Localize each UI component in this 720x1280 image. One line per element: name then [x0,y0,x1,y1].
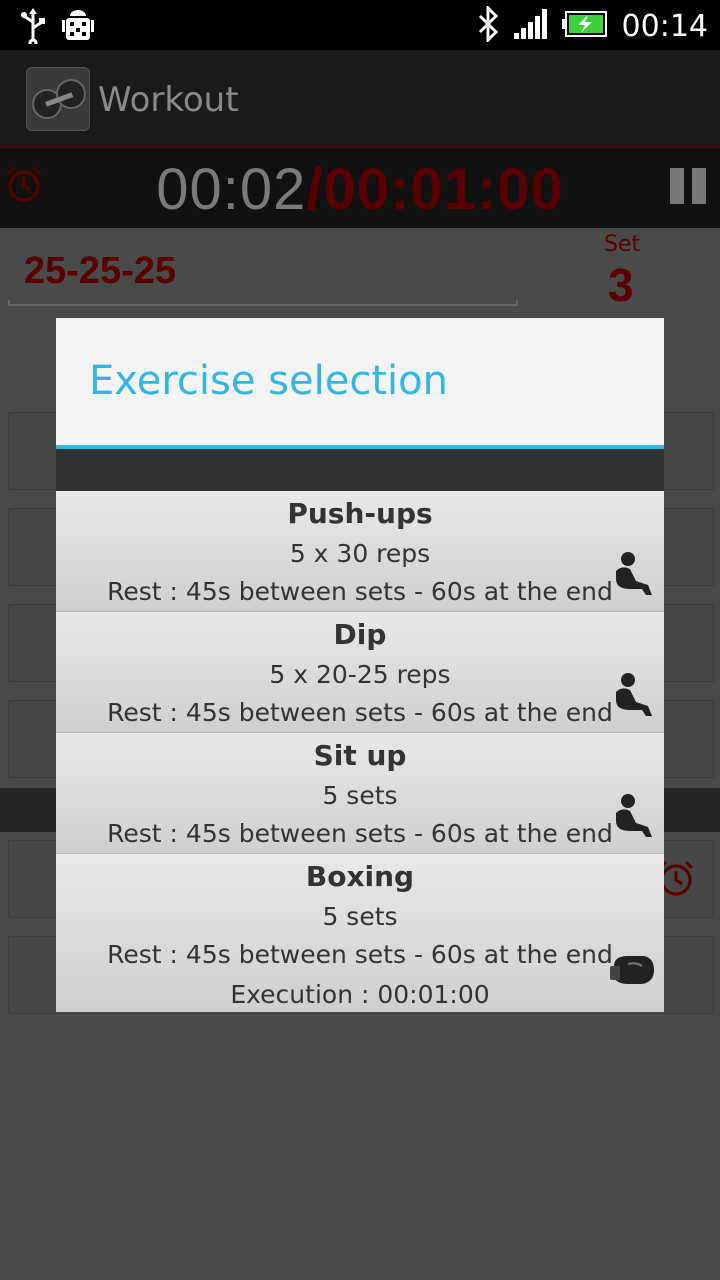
person-exercise-icon [608,551,656,603]
app-logo-icon[interactable] [26,67,90,131]
android-debug-icon [62,8,94,48]
action-bar: Workout [0,50,720,146]
exercise-name: Push-ups [287,497,433,530]
pause-icon [670,168,684,204]
timer-total: /00:01:00 [306,157,564,222]
dialog-header: Exercise selection [56,318,664,445]
exercise-name: Dip [333,618,387,651]
battery-charging-icon [561,10,608,42]
exercise-name: Boxing [305,860,415,893]
exercise-name: Sit up [313,739,407,772]
routine-underline [8,300,518,306]
set-value: 3 [608,259,634,311]
timer-elapsed: 00:02 [156,157,307,222]
pause-button[interactable] [670,168,706,204]
clock: 00:14 [621,8,708,44]
exercise-sets: 5 x 20-25 reps [269,660,451,689]
exercise-rest: Rest : 45s between sets - 60s at the end [107,819,613,848]
set-label: Set [604,232,641,257]
app-title: Workout [98,80,239,120]
exercise-sets: 5 sets [322,902,398,931]
exercise-list: Push-ups 5 x 30 reps Rest : 45s between … [56,491,664,1012]
exercise-item-push-ups[interactable]: Push-ups 5 x 30 reps Rest : 45s between … [56,491,664,612]
signal-icon [513,9,548,43]
person-exercise-icon [608,793,656,845]
bluetooth-icon [476,4,500,46]
exercise-item-sit-up[interactable]: Sit up 5 sets Rest : 45s between sets - … [56,733,664,854]
exercise-rest: Rest : 45s between sets - 60s at the end [107,698,613,727]
exercise-rest: Rest : 45s between sets - 60s at the end [107,577,613,606]
timer-display: 00:02/00:01:00 [0,156,720,223]
exercise-execution: Execution : 00:01:00 [230,980,490,1009]
dialog-title: Exercise selection [89,358,448,404]
status-bar: 00:14 [0,0,720,50]
exercise-item-dip[interactable]: Dip 5 x 20-25 reps Rest : 45s between se… [56,612,664,733]
exercise-rest: Rest : 45s between sets - 60s at the end [107,940,613,969]
usb-icon [18,8,48,48]
exercise-sets: 5 x 30 reps [289,539,431,568]
dialog-band [56,449,664,491]
boxing-glove-icon [608,952,656,1004]
routine-name[interactable]: 25-25-25 [24,250,176,293]
exercise-item-boxing[interactable]: Boxing 5 sets Rest : 45s between sets - … [56,854,664,1012]
exercise-sets: 5 sets [322,781,398,810]
timer-bar: 00:02/00:01:00 [0,146,720,230]
person-exercise-icon [608,672,656,724]
exercise-selection-dialog: Exercise selection Push-ups 5 x 30 reps … [56,318,664,1012]
